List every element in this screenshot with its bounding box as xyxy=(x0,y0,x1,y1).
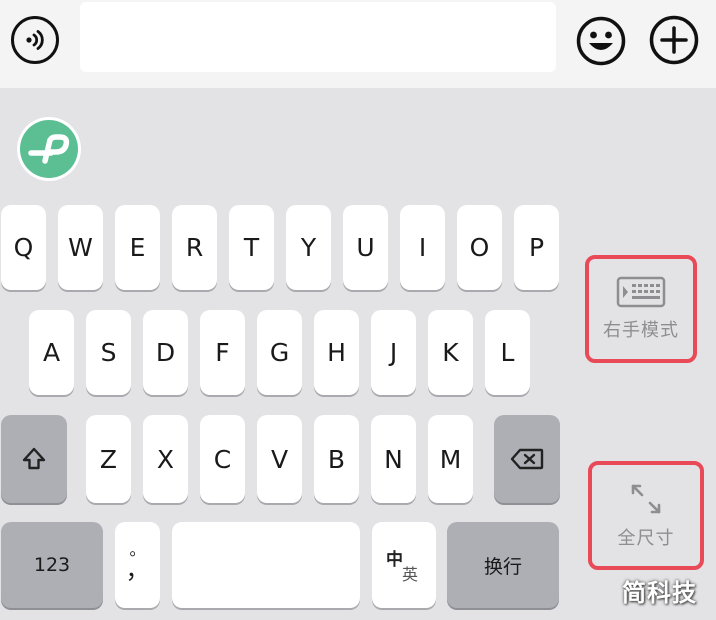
chinese-label: 中 xyxy=(386,550,403,570)
input-bar xyxy=(0,0,716,88)
key-y[interactable]: Y xyxy=(286,205,331,290)
space-key[interactable] xyxy=(172,522,360,608)
key-m[interactable]: M xyxy=(428,415,473,503)
key-j[interactable]: J xyxy=(371,310,416,395)
key-h[interactable]: H xyxy=(314,310,359,395)
smiley-icon xyxy=(576,16,626,66)
plus-circle-icon xyxy=(649,15,699,65)
key-b[interactable]: B xyxy=(314,415,359,503)
punctuation-key[interactable]: 。 ， xyxy=(115,522,160,608)
language-switch-key[interactable]: 中 英 xyxy=(372,522,436,608)
key-v[interactable]: V xyxy=(257,415,302,503)
full-size-button[interactable]: 全尺寸 xyxy=(588,461,704,570)
key-r[interactable]: R xyxy=(172,205,217,290)
key-a[interactable]: A xyxy=(29,310,74,395)
key-e[interactable]: E xyxy=(115,205,160,290)
watermark-text: 简科技 xyxy=(622,579,697,607)
keyboard-right-icon xyxy=(616,276,666,308)
key-p[interactable]: P xyxy=(514,205,559,290)
input-method-logo-icon xyxy=(20,120,78,178)
key-c[interactable]: C xyxy=(200,415,245,503)
key-d[interactable]: D xyxy=(143,310,188,395)
emoji-button[interactable] xyxy=(576,16,626,66)
numbers-key[interactable]: 123 xyxy=(1,522,103,608)
english-label: 英 xyxy=(402,565,419,584)
key-i[interactable]: I xyxy=(400,205,445,290)
message-input[interactable] xyxy=(80,2,556,72)
shift-key[interactable] xyxy=(1,415,67,503)
backspace-key[interactable] xyxy=(494,415,560,503)
key-z[interactable]: Z xyxy=(86,415,131,503)
key-w[interactable]: W xyxy=(58,205,103,290)
full-size-label: 全尺寸 xyxy=(617,527,675,549)
key-f[interactable]: F xyxy=(200,310,245,395)
add-button[interactable] xyxy=(649,15,699,65)
keyboard-screen: Q W E R T Y U I O P A S D F G H J K L Z … xyxy=(0,0,716,620)
shift-arrow-icon xyxy=(22,447,46,470)
key-q[interactable]: Q xyxy=(1,205,46,290)
key-t[interactable]: T xyxy=(229,205,274,290)
key-o[interactable]: O xyxy=(457,205,502,290)
key-s[interactable]: S xyxy=(86,310,131,395)
key-u[interactable]: U xyxy=(343,205,388,290)
expand-icon xyxy=(631,484,661,513)
right-hand-mode-button[interactable]: 右手模式 xyxy=(585,255,697,363)
key-l[interactable]: L xyxy=(485,310,530,395)
right-hand-mode-label: 右手模式 xyxy=(603,320,679,341)
voice-input-button[interactable] xyxy=(11,16,59,64)
voice-wave-icon xyxy=(26,30,44,50)
comma-label: ， xyxy=(125,556,150,584)
key-n[interactable]: N xyxy=(371,415,416,503)
backspace-icon xyxy=(510,448,544,470)
enter-key[interactable]: 换行 xyxy=(447,522,559,608)
key-k[interactable]: K xyxy=(428,310,473,395)
key-x[interactable]: X xyxy=(143,415,188,503)
input-method-logo-button[interactable] xyxy=(17,117,81,181)
key-g[interactable]: G xyxy=(257,310,302,395)
